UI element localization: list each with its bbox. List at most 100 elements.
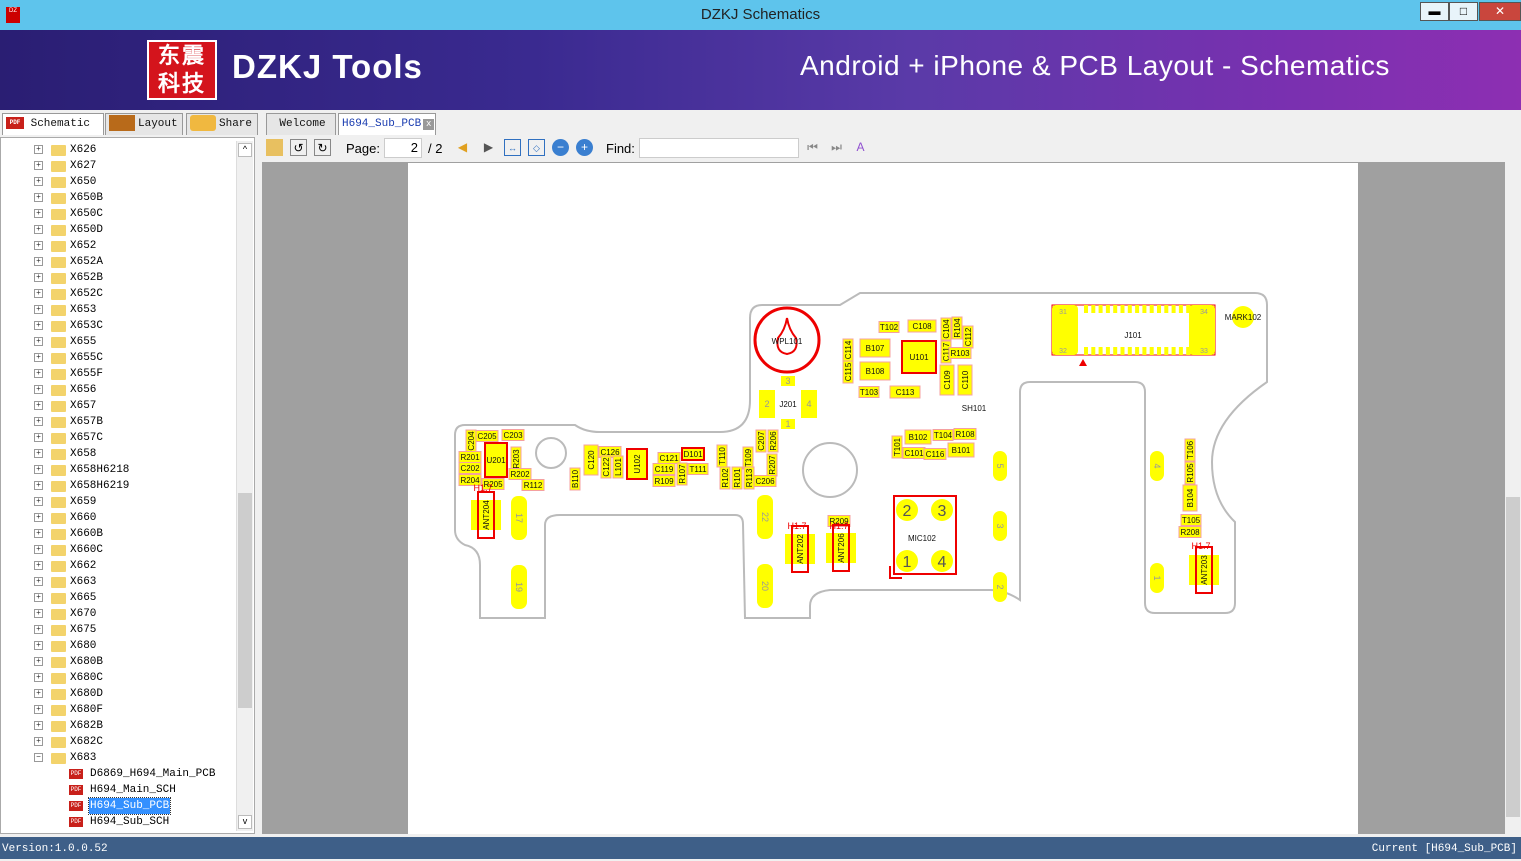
component-b101[interactable]: B101: [947, 442, 975, 458]
component-r102[interactable]: R102: [719, 466, 731, 490]
pad-number: 33: [1200, 348, 1208, 355]
component-u102[interactable]: U102: [626, 448, 648, 480]
j101-pin: [1164, 305, 1169, 313]
component-c207[interactable]: C207: [755, 429, 767, 453]
component-ant202[interactable]: ANT202: [785, 525, 815, 573]
pdf-icon: PDF: [6, 117, 24, 130]
j101-pin: [1135, 347, 1140, 355]
component-t101[interactable]: T101: [891, 435, 903, 459]
component-t103[interactable]: T103: [858, 386, 880, 398]
component-r103[interactable]: R103: [948, 347, 972, 359]
tab-layout[interactable]: Layout: [105, 113, 183, 135]
component-label: T101: [893, 437, 902, 456]
component-c110[interactable]: C110: [957, 364, 973, 396]
component-ant204[interactable]: ANT204: [471, 491, 501, 539]
j101-pin: [1098, 347, 1103, 355]
component-label: R208: [1180, 528, 1200, 537]
component-r207[interactable]: R207: [766, 453, 778, 477]
component-ant206[interactable]: ANT206: [826, 524, 856, 572]
component-c115[interactable]: C115: [842, 360, 854, 384]
component-c116[interactable]: C116: [923, 448, 947, 460]
component-label: T110: [718, 447, 727, 465]
tab-h694-sub-pcb[interactable]: H694_Sub_PCB x: [338, 113, 436, 135]
tab-welcome[interactable]: Welcome: [266, 113, 336, 135]
component-r202[interactable]: R202: [508, 468, 532, 480]
component-label: C108: [912, 322, 932, 331]
component-ant203[interactable]: ANT203: [1189, 546, 1219, 594]
component-label: R101: [733, 468, 742, 488]
component-r201[interactable]: R201: [458, 451, 482, 463]
component-sh101[interactable]: SH101: [962, 404, 987, 413]
component-label: R109: [654, 477, 674, 486]
component-label: T111: [689, 465, 707, 474]
component-c119[interactable]: C119: [652, 463, 676, 475]
component-u101[interactable]: U101: [901, 340, 937, 374]
component-b107[interactable]: B107: [859, 338, 891, 358]
component-mark102[interactable]: MARK102: [1225, 313, 1262, 322]
component-c113[interactable]: C113: [889, 385, 921, 399]
component-r109[interactable]: R109: [652, 475, 676, 487]
component-b104[interactable]: B104: [1182, 484, 1198, 512]
height-note: H1.7: [473, 483, 492, 493]
component-c109[interactable]: C109: [939, 364, 955, 396]
component-j101[interactable]: J101: [1124, 331, 1142, 340]
component-c122[interactable]: C122: [600, 455, 612, 479]
component-c205[interactable]: C205: [475, 430, 499, 442]
component-r101[interactable]: R101: [731, 466, 743, 490]
component-label: B107: [866, 344, 885, 353]
component-c202[interactable]: C202: [458, 462, 482, 474]
j101-pin: [1135, 305, 1140, 313]
component-c204[interactable]: C204: [465, 429, 477, 453]
j101-pin: [1149, 347, 1154, 355]
component-r112[interactable]: R112: [521, 479, 545, 491]
component-mic102[interactable]: MIC102: [908, 534, 937, 543]
tab-label: Schematic: [30, 118, 91, 130]
component-t109[interactable]: T109: [742, 446, 754, 470]
component-t104[interactable]: T104: [932, 429, 954, 441]
tab-share[interactable]: Share: [186, 113, 258, 135]
component-r113[interactable]: R113: [743, 466, 755, 490]
component-c108[interactable]: C108: [907, 319, 937, 333]
component-label: C104: [942, 319, 951, 339]
close-tab-icon[interactable]: x: [423, 119, 435, 130]
component-r108[interactable]: R108: [953, 428, 977, 440]
component-label: U102: [633, 454, 642, 474]
component-r203[interactable]: R203: [510, 446, 522, 472]
component-t102[interactable]: T102: [878, 321, 900, 333]
component-label: T104: [934, 431, 953, 440]
pad-number: 31: [1059, 309, 1067, 316]
component-j201[interactable]: J201: [779, 400, 797, 409]
component-d101[interactable]: D101: [681, 447, 705, 461]
component-c206[interactable]: C206: [753, 475, 777, 487]
component-t105[interactable]: T105: [1180, 514, 1202, 526]
component-b102[interactable]: B102: [904, 429, 932, 445]
component-label: R102: [721, 468, 730, 488]
component-r107[interactable]: R107: [676, 462, 688, 486]
component-label: R206: [769, 431, 778, 451]
component-l101[interactable]: L101: [612, 455, 624, 479]
component-label: D101: [683, 450, 703, 459]
component-t110[interactable]: T110: [716, 444, 728, 468]
pad-number: 22: [760, 512, 770, 522]
component-b108[interactable]: B108: [859, 361, 891, 381]
component-t111[interactable]: T111: [687, 463, 709, 475]
component-c104[interactable]: C104: [940, 317, 952, 341]
pad-number: 1: [903, 554, 912, 571]
component-c112[interactable]: C112: [962, 325, 974, 349]
component-u201[interactable]: U201: [484, 442, 508, 478]
component-r104[interactable]: R104: [951, 316, 963, 340]
component-t106[interactable]: T106: [1184, 438, 1196, 462]
component-r208[interactable]: R208: [1178, 526, 1202, 538]
pad-number: 20: [760, 581, 770, 591]
component-c203[interactable]: C203: [501, 429, 525, 441]
component-r105[interactable]: R105: [1184, 461, 1196, 485]
component-c101[interactable]: C101: [902, 447, 926, 459]
pad-number: 19: [514, 582, 524, 592]
component-b110[interactable]: B110: [569, 467, 581, 491]
component-c120[interactable]: C120: [583, 444, 599, 476]
tab-schematic[interactable]: PDF Schematic: [2, 113, 104, 135]
component-c114[interactable]: C114: [842, 338, 854, 362]
component-r206[interactable]: R206: [767, 429, 779, 453]
component-c121[interactable]: C121: [657, 452, 681, 464]
component-wpl101[interactable]: WPL101: [772, 337, 803, 346]
